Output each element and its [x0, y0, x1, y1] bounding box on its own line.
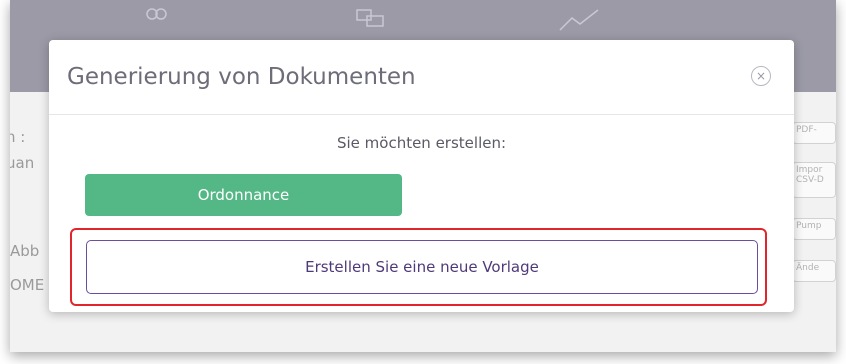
create-prompt: Sie möchten erstellen:: [336, 134, 507, 152]
bg-label-3: Abb: [10, 242, 40, 260]
modal-title: Generierung von Dokumenten: [67, 64, 416, 90]
bg-edit-button: Ände: [792, 260, 836, 282]
document-generation-modal: Generierung von Dokumenten × Sie möchten…: [49, 40, 794, 312]
bg-pdf-button: PDF-: [792, 122, 836, 144]
ordonnance-button[interactable]: Ordonnance: [85, 174, 402, 216]
bg-pump-button: Pump: [792, 218, 836, 240]
bg-label-1: n :: [10, 128, 26, 146]
bg-label-4: OME: [10, 276, 45, 294]
close-icon[interactable]: ×: [751, 66, 771, 86]
bg-import-button: Impor CSV-D: [792, 162, 836, 198]
users-icon: [142, 8, 170, 34]
chat-icon: [355, 8, 387, 36]
modal-divider: [49, 114, 794, 115]
chart-icon: [558, 8, 602, 36]
new-template-button[interactable]: Erstellen Sie eine neue Vorlage: [86, 240, 758, 294]
bg-label-2: uan: [10, 154, 35, 172]
